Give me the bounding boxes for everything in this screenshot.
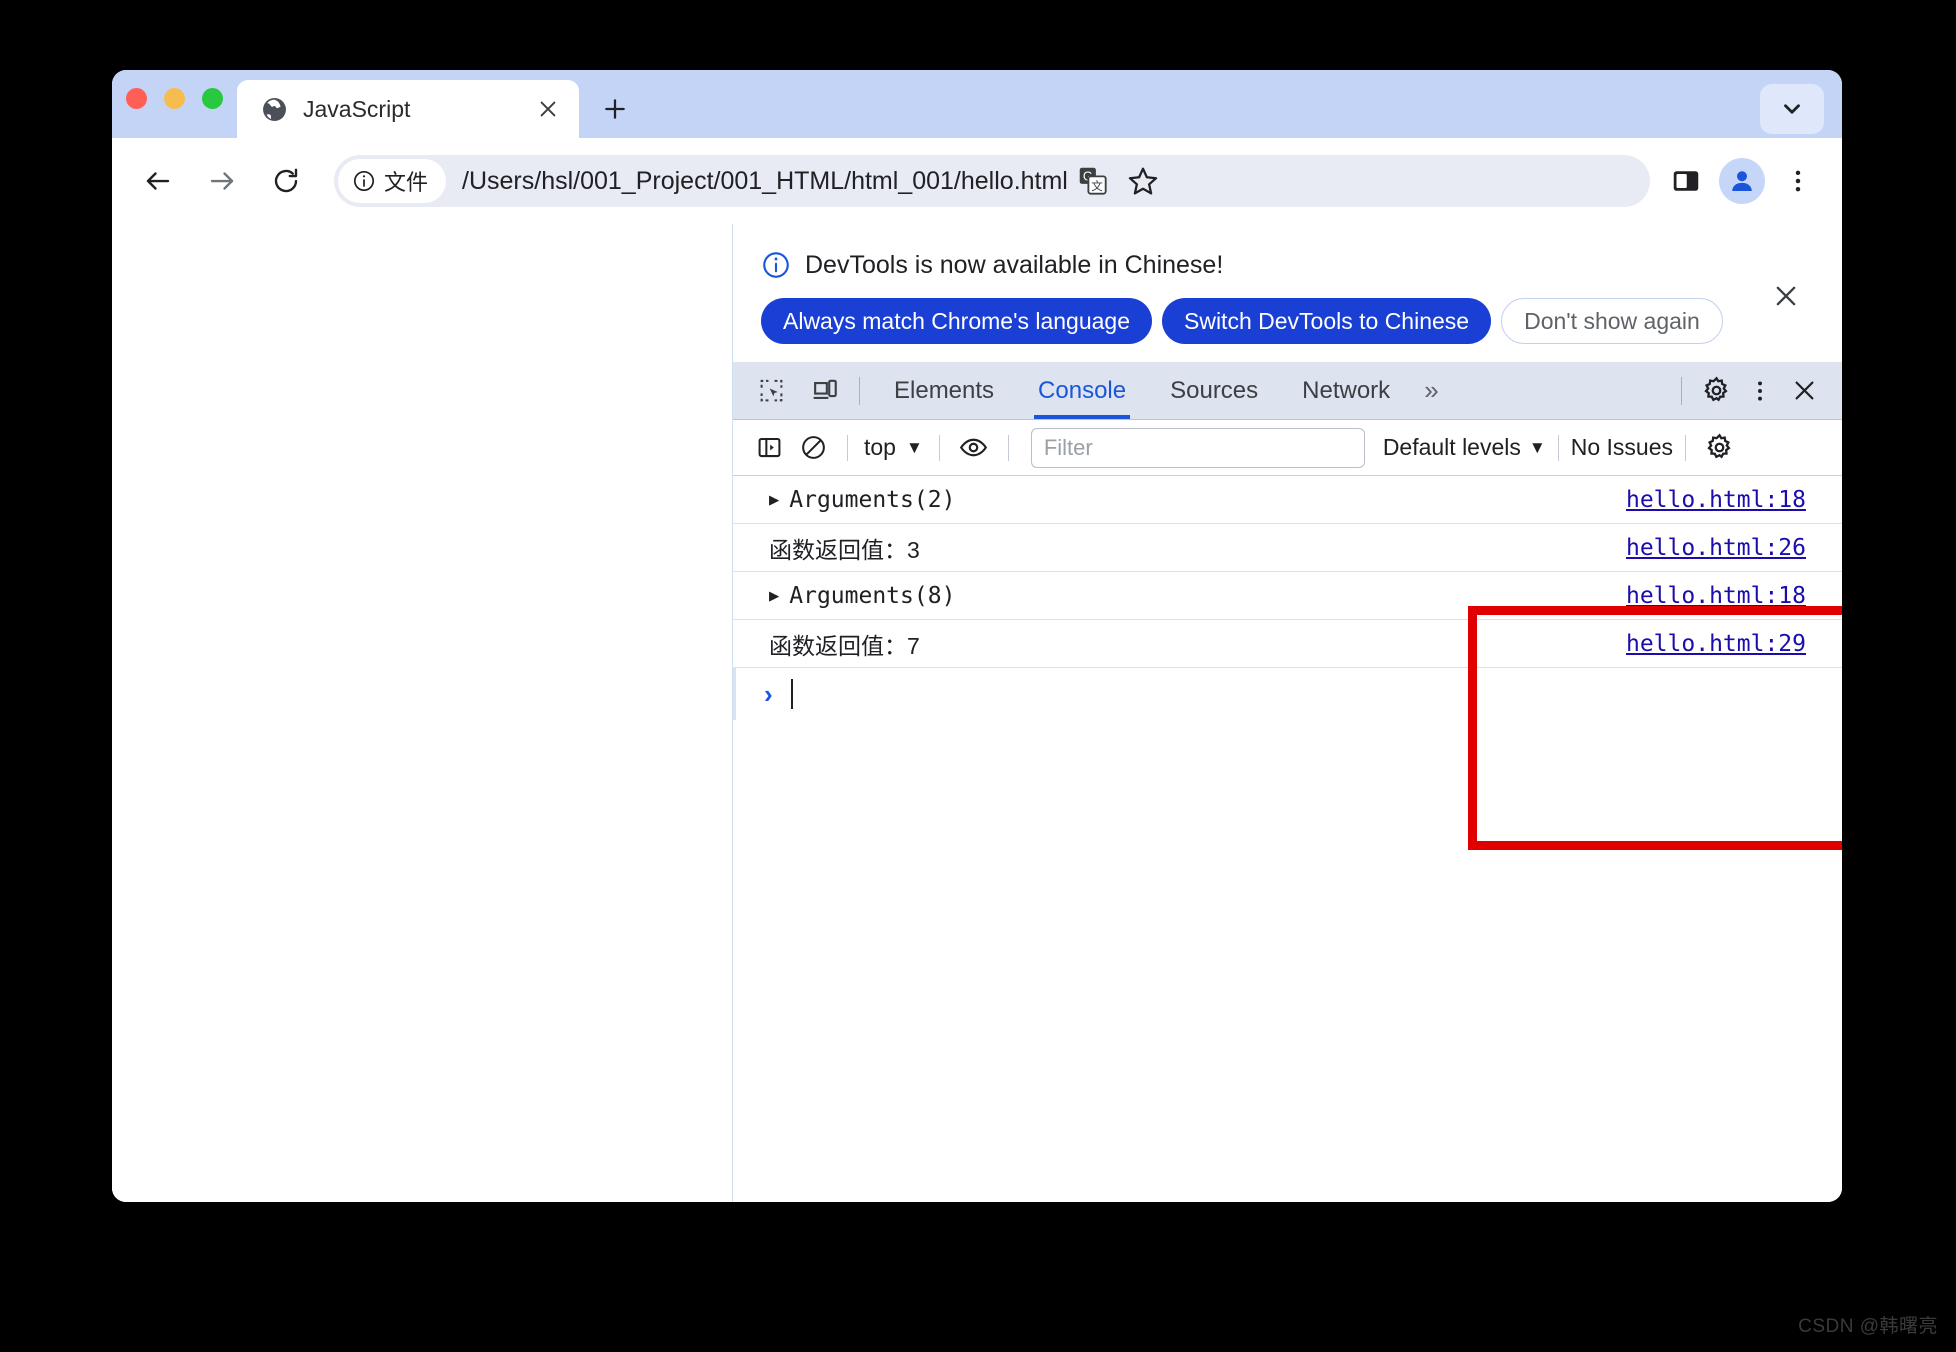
execution-context-select[interactable]: top ▼ — [860, 434, 927, 461]
console-settings-gear-icon[interactable] — [1698, 426, 1742, 470]
eye-icon[interactable] — [952, 426, 996, 470]
log-message-wrapper: ▶ Arguments(8) — [769, 583, 1626, 609]
close-devtools-icon[interactable] — [1782, 369, 1826, 413]
log-source-link[interactable]: hello.html:18 — [1626, 487, 1806, 513]
tabbar-divider-right — [1681, 377, 1682, 405]
console-log: ▶ Arguments(2) hello.html:18 函数返回值：3 hel… — [733, 476, 1842, 720]
devtools-tabbar-actions — [1669, 369, 1842, 413]
log-message-text: 函数返回值：7 — [769, 627, 920, 661]
chevron-down-icon: ▼ — [1529, 438, 1546, 458]
toolbar-right-actions — [1660, 155, 1842, 207]
log-message-text: Arguments(2) — [789, 487, 955, 513]
back-button[interactable] — [134, 157, 182, 205]
settings-gear-icon[interactable] — [1694, 369, 1738, 413]
site-info-label: 文件 — [384, 165, 428, 197]
omnibox-actions: G 文 — [1068, 155, 1174, 207]
log-source-link[interactable]: hello.html:18 — [1626, 583, 1806, 609]
globe-icon — [262, 97, 287, 122]
new-tab-button[interactable] — [596, 90, 634, 128]
more-tabs-chevron-icon[interactable]: » — [1412, 362, 1450, 419]
table-row[interactable]: ▶ Arguments(2) hello.html:18 — [733, 476, 1842, 524]
devtools-panel: DevTools is now available in Chinese! Al… — [733, 224, 1842, 1202]
log-source-link[interactable]: hello.html:29 — [1626, 631, 1806, 657]
console-input-prompt[interactable]: › — [733, 668, 1842, 720]
url-text: /Users/hsl/001_Project/001_HTML/html_001… — [462, 167, 1068, 196]
tab-strip: JavaScript — [112, 70, 1842, 138]
tab-network[interactable]: Network — [1280, 362, 1412, 419]
info-circle-icon — [761, 250, 791, 280]
close-banner-button[interactable] — [1766, 276, 1806, 316]
prompt-caret-icon: › — [764, 679, 773, 710]
tabbar-divider — [859, 377, 860, 405]
browser-tab[interactable]: JavaScript — [237, 80, 579, 138]
issues-status[interactable]: No Issues — [1571, 434, 1673, 461]
content-area: DevTools is now available in Chinese! Al… — [112, 224, 1842, 1202]
close-window-button[interactable] — [126, 88, 147, 109]
always-match-language-button[interactable]: Always match Chrome's language — [761, 298, 1152, 344]
log-message-wrapper: ▶ Arguments(2) — [769, 487, 1626, 513]
console-toolbar-divider-4 — [1558, 435, 1559, 461]
address-bar[interactable]: 文件 /Users/hsl/001_Project/001_HTML/html_… — [334, 155, 1650, 207]
close-tab-button[interactable] — [531, 92, 565, 126]
browser-window: JavaScript — [112, 70, 1842, 1202]
devtools-kebab-menu-icon[interactable] — [1738, 369, 1782, 413]
execution-context-label: top — [864, 434, 896, 461]
tab-console[interactable]: Console — [1016, 362, 1148, 419]
banner-message: DevTools is now available in Chinese! — [805, 251, 1223, 280]
devtools-tabs: Elements Console Sources Network » — [872, 362, 1451, 419]
banner-message-row: DevTools is now available in Chinese! — [761, 250, 1842, 280]
table-row[interactable]: ▶ Arguments(8) hello.html:18 — [733, 572, 1842, 620]
banner-buttons: Always match Chrome's language Switch De… — [761, 298, 1842, 344]
log-message-text: 函数返回值：3 — [769, 531, 920, 565]
text-cursor — [791, 679, 793, 709]
expand-arrow-icon[interactable]: ▶ — [769, 586, 779, 606]
switch-devtools-language-button[interactable]: Switch DevTools to Chinese — [1162, 298, 1491, 344]
maximize-window-button[interactable] — [202, 88, 223, 109]
bookmark-star-icon[interactable] — [1118, 156, 1168, 206]
expand-arrow-icon[interactable]: ▶ — [769, 490, 779, 510]
clear-console-icon[interactable] — [791, 426, 835, 470]
devtools-tool-icons — [733, 369, 847, 413]
console-toolbar-divider-5 — [1685, 435, 1686, 461]
devtools-language-banner: DevTools is now available in Chinese! Al… — [733, 224, 1842, 362]
site-info-chip[interactable]: 文件 — [338, 159, 446, 203]
dont-show-again-button[interactable]: Don't show again — [1501, 298, 1723, 344]
log-message-text: Arguments(8) — [789, 583, 955, 609]
watermark: CSDN @韩曙亮 — [1798, 1311, 1938, 1338]
table-row[interactable]: 函数返回值：3 hello.html:26 — [733, 524, 1842, 572]
tab-search-button[interactable] — [1760, 84, 1824, 134]
page-viewport — [112, 224, 733, 1202]
inspect-element-icon[interactable] — [749, 369, 793, 413]
console-toolbar-divider-2 — [939, 435, 940, 461]
log-source-link[interactable]: hello.html:26 — [1626, 535, 1806, 561]
console-toolbar: top ▼ Default levels ▼ No Issues — [733, 420, 1842, 476]
log-message-wrapper: 函数返回值：3 — [769, 531, 1626, 565]
chevron-down-icon: ▼ — [906, 438, 923, 458]
tab-title: JavaScript — [303, 96, 531, 123]
window-controls — [126, 88, 223, 109]
console-toolbar-divider-3 — [1008, 435, 1009, 461]
device-toolbar-icon[interactable] — [803, 369, 847, 413]
console-toolbar-divider-1 — [847, 435, 848, 461]
devtools-tabbar: Elements Console Sources Network » — [733, 362, 1842, 420]
avatar[interactable] — [1716, 155, 1768, 207]
info-circle-icon — [352, 169, 376, 193]
log-levels-label: Default levels — [1383, 434, 1521, 461]
forward-button[interactable] — [198, 157, 246, 205]
log-levels-select[interactable]: Default levels ▼ — [1383, 434, 1546, 461]
translate-icon[interactable]: G 文 — [1068, 156, 1118, 206]
svg-text:文: 文 — [1091, 179, 1103, 193]
side-panel-icon[interactable] — [1660, 155, 1712, 207]
reload-button[interactable] — [262, 157, 310, 205]
table-row[interactable]: 函数返回值：7 hello.html:29 — [733, 620, 1842, 668]
console-filter-input[interactable] — [1031, 428, 1365, 468]
tab-elements[interactable]: Elements — [872, 362, 1016, 419]
profile-avatar-icon — [1719, 158, 1765, 204]
minimize-window-button[interactable] — [164, 88, 185, 109]
kebab-menu-icon[interactable] — [1772, 155, 1824, 207]
console-sidebar-icon[interactable] — [747, 426, 791, 470]
log-message-wrapper: 函数返回值：7 — [769, 627, 1626, 661]
tab-sources[interactable]: Sources — [1148, 362, 1280, 419]
browser-toolbar: 文件 /Users/hsl/001_Project/001_HTML/html_… — [112, 138, 1842, 224]
